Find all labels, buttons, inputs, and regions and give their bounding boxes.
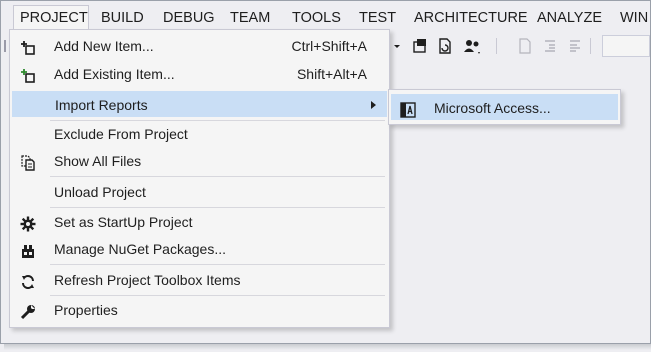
- menu-analyze[interactable]: ANALYZE: [537, 8, 602, 28]
- menu-tools[interactable]: TOOLS: [292, 8, 341, 28]
- menu-item-manage-nuget-packages[interactable]: Manage NuGet Packages...: [12, 236, 387, 262]
- menu-item-add-existing-item[interactable]: Add Existing Item... Shift+Alt+A: [12, 61, 387, 87]
- menu-project[interactable]: PROJECT: [13, 5, 89, 29]
- add-new-item-icon: [20, 38, 36, 55]
- menu-window[interactable]: WIN: [620, 8, 650, 28]
- microsoft-access-icon: [400, 100, 416, 118]
- menu-team[interactable]: TEAM: [230, 8, 270, 28]
- nuget-package-icon: [20, 241, 36, 258]
- toolbar-separator-2: [589, 38, 593, 54]
- menu-separator: [50, 264, 385, 265]
- menu-item-properties[interactable]: Properties: [12, 297, 387, 323]
- add-existing-item-icon: [20, 66, 36, 83]
- visual-studio-window: PROJECT BUILD DEBUG TEAM TOOLS TEST ARCH…: [0, 0, 651, 344]
- menu-item-microsoft-access[interactable]: Microsoft Access...: [391, 94, 618, 120]
- toolbar-comment-icon[interactable]: [567, 38, 583, 54]
- dropdown-arrow-icon[interactable]: [391, 38, 403, 54]
- menu-item-refresh-project-toolbox-items[interactable]: Refresh Project Toolbox Items: [12, 267, 387, 293]
- project-menu: Add New Item... Ctrl+Shift+A Add Existin…: [9, 29, 390, 328]
- toolbar-separator: [495, 38, 499, 54]
- toolbar-page-icon[interactable]: [517, 38, 533, 54]
- toolbar-indent-icon[interactable]: [542, 38, 558, 54]
- import-reports-submenu: Microsoft Access...: [388, 89, 621, 125]
- menu-debug[interactable]: DEBUG: [163, 8, 215, 28]
- show-all-files-icon: [20, 153, 36, 171]
- submenu-arrow-icon: [371, 101, 376, 109]
- menu-item-import-reports[interactable]: Import Reports: [12, 91, 387, 117]
- toolbar-refresh-file-icon[interactable]: [437, 38, 453, 54]
- toolbar-team-icon[interactable]: [462, 38, 484, 54]
- menu-architecture[interactable]: ARCHITECTURE: [414, 8, 528, 28]
- gear-icon: [20, 214, 36, 232]
- refresh-icon: [20, 272, 36, 289]
- menu-item-unload-project[interactable]: Unload Project: [12, 179, 387, 205]
- window-shadow: [4, 344, 651, 350]
- menu-item-set-as-startup-project[interactable]: Set as StartUp Project: [12, 209, 387, 235]
- menu-separator: [50, 176, 385, 177]
- menu-item-exclude-from-project[interactable]: Exclude From Project: [12, 121, 387, 147]
- menu-separator: [50, 295, 385, 296]
- toolbar-new-window-icon[interactable]: [412, 38, 428, 54]
- menu-build[interactable]: BUILD: [101, 8, 144, 28]
- toolbar-combo-box[interactable]: [602, 35, 650, 57]
- menu-item-add-new-item[interactable]: Add New Item... Ctrl+Shift+A: [12, 33, 387, 59]
- menu-item-show-all-files[interactable]: Show All Files: [12, 148, 387, 174]
- menu-test[interactable]: TEST: [359, 8, 396, 28]
- wrench-icon: [20, 302, 36, 320]
- menu-separator: [50, 207, 385, 208]
- menu-bar: PROJECT BUILD DEBUG TEAM TOOLS TEST ARCH…: [1, 1, 650, 31]
